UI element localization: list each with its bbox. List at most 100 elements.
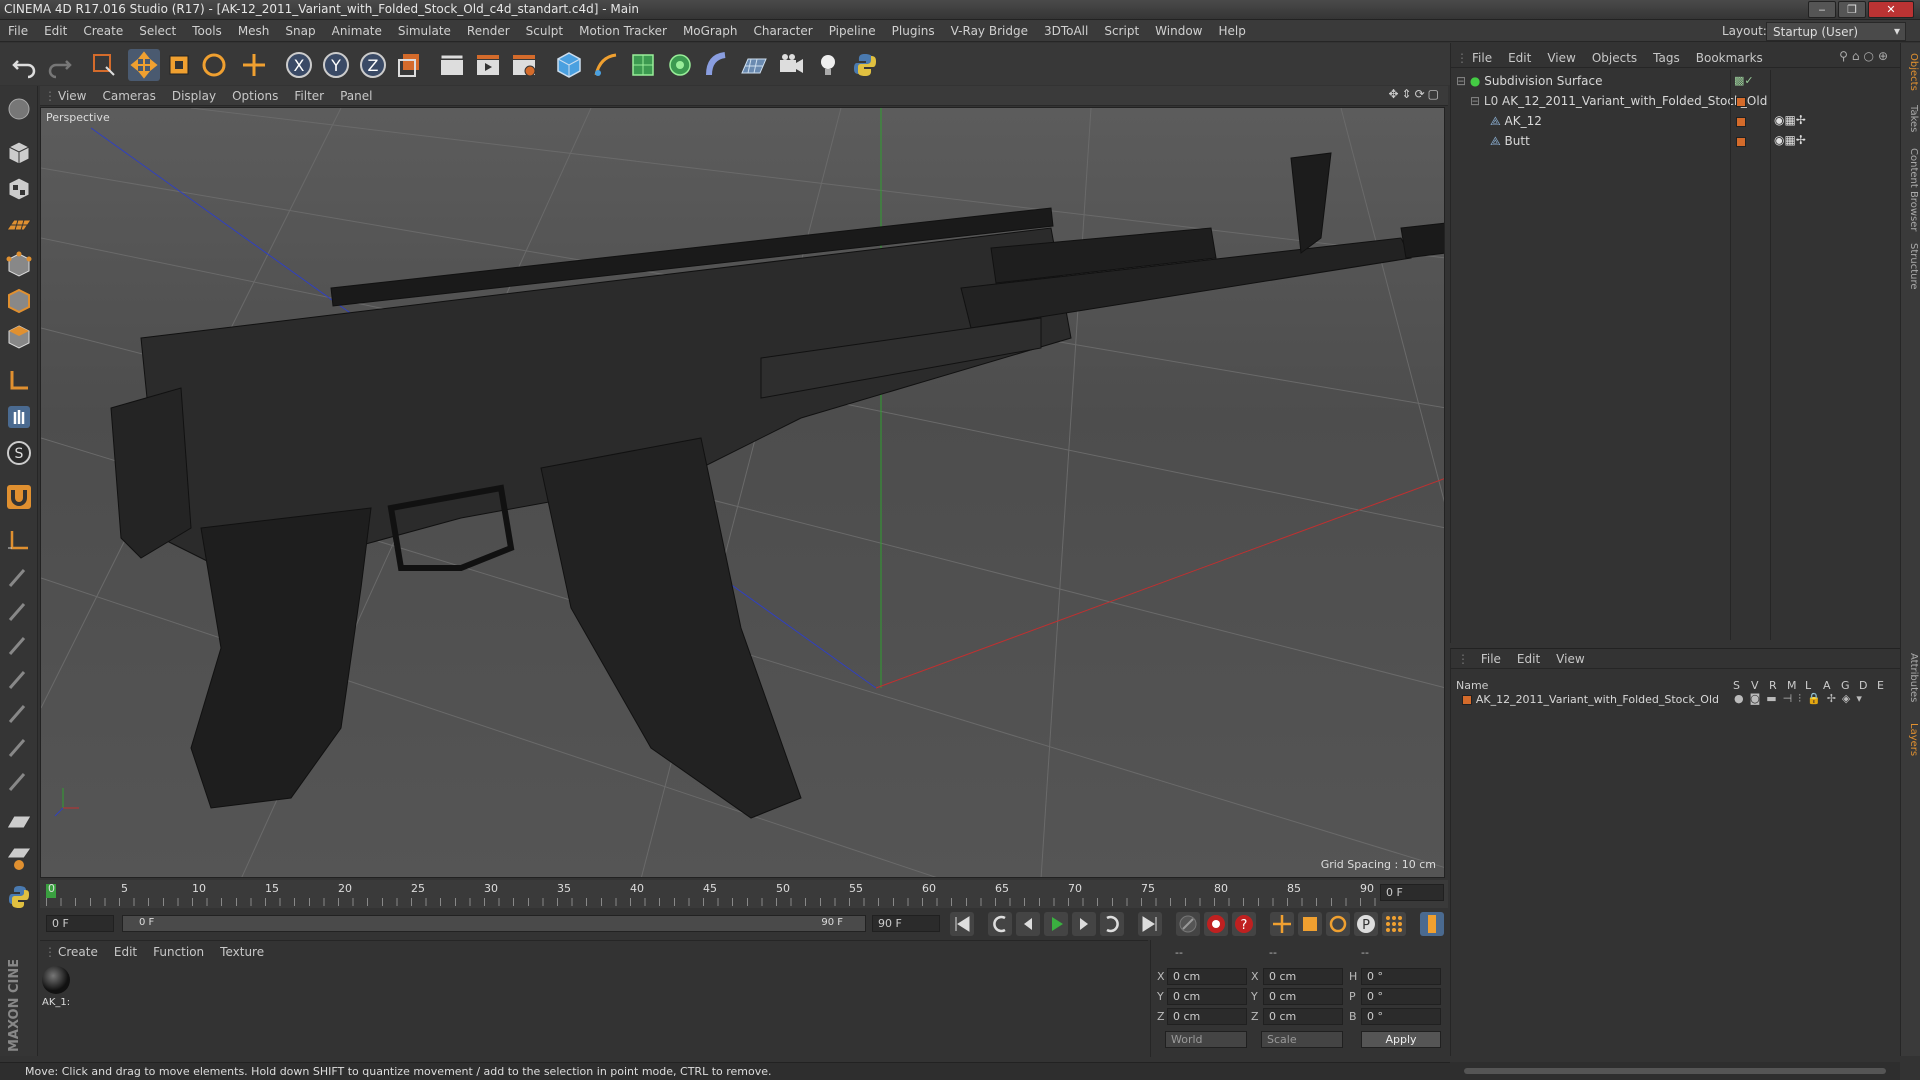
apply-button[interactable]: Apply (1361, 1031, 1441, 1048)
position-z-field[interactable]: 0 cm (1167, 1008, 1247, 1025)
sculpt-brush-2-button[interactable] (4, 596, 34, 626)
tab-layers[interactable]: Layers (1903, 723, 1919, 756)
key-parameter-button[interactable]: P (1354, 912, 1378, 936)
object-menu-edit[interactable]: Edit (1500, 48, 1539, 68)
camera-button[interactable] (775, 49, 807, 81)
workplane-axis-button[interactable] (4, 526, 34, 556)
material-mode-button[interactable] (4, 842, 34, 872)
menu-mograph[interactable]: MoGraph (675, 20, 746, 42)
object-row-subdivision[interactable]: ⊟ ● Subdivision Surface (1456, 74, 1603, 92)
menu-tools[interactable]: Tools (184, 20, 230, 42)
object-row-ak12[interactable]: ⟁ AK_12 (1490, 114, 1542, 132)
layer-flag-icons[interactable]: ●◙▬⊣⫶🔒✢◈▾ (1734, 692, 1868, 706)
viewport-menu-filter[interactable]: Filter (286, 86, 332, 106)
menu-create[interactable]: Create (75, 20, 131, 42)
redo-button[interactable] (44, 49, 76, 81)
magnet-button[interactable] (4, 482, 34, 512)
layer-color-icon[interactable] (1736, 97, 1746, 107)
material-menu-create[interactable]: Create (50, 942, 106, 962)
menu-character[interactable]: Character (745, 20, 820, 42)
scrollbar-thumb[interactable] (1464, 1068, 1886, 1074)
coordinate-system-button[interactable] (394, 49, 426, 81)
key-rotation-button[interactable] (1326, 912, 1350, 936)
position-x-field[interactable]: 0 cm (1167, 968, 1247, 985)
menu-3dtoall[interactable]: 3DToAll (1036, 20, 1096, 42)
sculpt-brush-3-button[interactable] (4, 630, 34, 660)
material-tag-icon[interactable]: ◉▦✢ (1774, 133, 1806, 147)
render-picture-viewer-button[interactable] (472, 49, 504, 81)
layer-menu-edit[interactable]: Edit (1509, 649, 1548, 669)
sculpt-brush-4-button[interactable] (4, 664, 34, 694)
material-menu-texture[interactable]: Texture (212, 942, 272, 962)
goto-start-button[interactable] (950, 912, 974, 936)
object-menu-file[interactable]: File (1464, 48, 1500, 68)
layer-menu-view[interactable]: View (1548, 649, 1592, 669)
horizontal-scrollbar[interactable] (1450, 1062, 1900, 1080)
timeline-menu-button[interactable] (1420, 912, 1444, 936)
y-axis-button[interactable]: Y (320, 49, 352, 81)
prev-frame-button[interactable] (1016, 912, 1040, 936)
python-script-button[interactable] (4, 882, 34, 912)
menu-script[interactable]: Script (1096, 20, 1147, 42)
object-row-ak12-group[interactable]: ⊟ L0 AK_12_2011_Variant_with_Folded_Stoc… (1470, 94, 1767, 112)
record-button[interactable] (1204, 912, 1228, 936)
render-settings-button[interactable] (508, 49, 540, 81)
cube-primitive-button[interactable] (553, 49, 585, 81)
axis-mode-button[interactable] (4, 366, 34, 396)
floor-button[interactable] (738, 49, 770, 81)
rifle-model[interactable] (110, 152, 1445, 819)
menu-sculpt[interactable]: Sculpt (518, 20, 571, 42)
close-button[interactable]: ✕ (1868, 1, 1914, 18)
layer-row[interactable]: AK_12_2011_Variant_with_Folded_Stock_Old (1462, 692, 1719, 710)
key-scale-button[interactable] (1298, 912, 1322, 936)
tab-attributes[interactable]: Attributes (1903, 653, 1919, 702)
render-view-button[interactable] (436, 49, 468, 81)
light-button[interactable] (812, 49, 844, 81)
menu-window[interactable]: Window (1147, 20, 1210, 42)
material-menu-edit[interactable]: Edit (106, 942, 145, 962)
play-button[interactable] (1044, 912, 1068, 936)
viewport-menu-display[interactable]: Display (164, 86, 224, 106)
key-pla-button[interactable] (1382, 912, 1406, 936)
menu-mesh[interactable]: Mesh (230, 20, 278, 42)
array-button[interactable] (664, 49, 696, 81)
rotation-h-field[interactable]: 0 ° (1361, 968, 1441, 985)
polygons-mode-button[interactable] (4, 322, 34, 352)
layer-color-icon[interactable] (1736, 117, 1746, 127)
menu-help[interactable]: Help (1210, 20, 1253, 42)
menu-motion-tracker[interactable]: Motion Tracker (571, 20, 675, 42)
tab-takes[interactable]: Takes (1903, 105, 1919, 132)
object-toolbar-icons[interactable]: ⚲⌂○⊕ (1839, 49, 1892, 63)
menu-simulate[interactable]: Simulate (390, 20, 459, 42)
layer-menu-file[interactable]: File (1473, 649, 1509, 669)
next-frame-button[interactable] (1072, 912, 1096, 936)
points-mode-button[interactable] (4, 250, 34, 280)
sculpt-brush-1-button[interactable] (4, 562, 34, 592)
move-tool-button[interactable] (128, 49, 160, 81)
autokey-button[interactable]: ? (1232, 912, 1256, 936)
material-swatch[interactable]: AK_1: (42, 966, 72, 1008)
size-y-field[interactable]: 0 cm (1263, 988, 1343, 1005)
tab-structure[interactable]: Structure (1903, 243, 1919, 290)
spline-pen-button[interactable] (590, 49, 622, 81)
sculpt-brush-6-button[interactable] (4, 732, 34, 762)
restore-button[interactable]: ❐ (1838, 1, 1866, 18)
object-menu-bookmarks[interactable]: Bookmarks (1688, 48, 1771, 68)
workplane-mode-button[interactable] (4, 210, 34, 240)
texture-mode-button[interactable] (4, 174, 34, 204)
tweak-mode-button[interactable] (4, 402, 34, 432)
python-button[interactable] (849, 49, 881, 81)
viewport-menu-view[interactable]: View (50, 86, 94, 106)
tab-objects[interactable]: Objects (1903, 53, 1919, 91)
undo-button[interactable] (8, 49, 40, 81)
goto-end-button[interactable] (1138, 912, 1162, 936)
prev-key-button[interactable] (988, 912, 1012, 936)
viewport-nav-icons[interactable]: ✥⇕⟳▢ (1388, 87, 1442, 101)
menu-vray-bridge[interactable]: V-Ray Bridge (943, 20, 1036, 42)
layer-color-icon[interactable] (1736, 137, 1746, 147)
z-axis-button[interactable]: Z (357, 49, 389, 81)
object-menu-objects[interactable]: Objects (1584, 48, 1645, 68)
rotation-p-field[interactable]: 0 ° (1361, 988, 1441, 1005)
object-menu-view[interactable]: View (1539, 48, 1583, 68)
size-z-field[interactable]: 0 cm (1263, 1008, 1343, 1025)
